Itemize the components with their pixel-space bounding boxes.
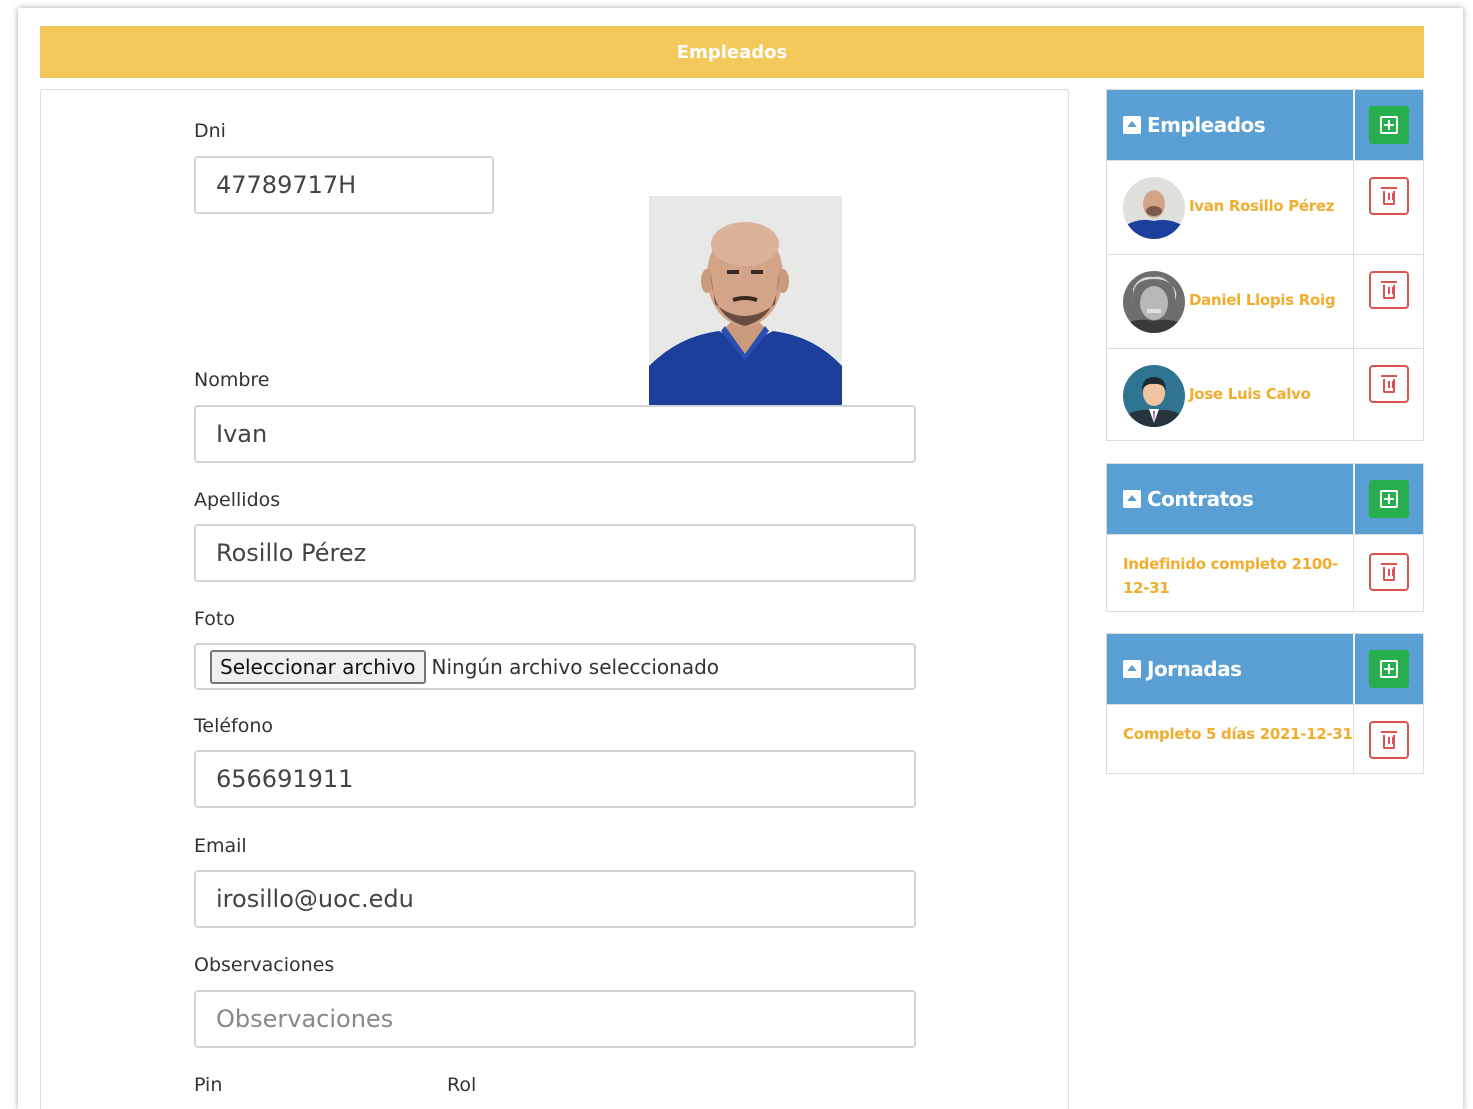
trash-icon bbox=[1381, 562, 1397, 581]
contract-line-1[interactable]: Indefinido completo 2100- bbox=[1123, 555, 1338, 573]
contratos-card-header: Contratos bbox=[1107, 464, 1423, 534]
add-workday-button[interactable] bbox=[1369, 650, 1409, 688]
observaciones-label: Observaciones bbox=[194, 954, 335, 976]
list-item[interactable]: Daniel Llopis Roig bbox=[1107, 254, 1423, 348]
list-item[interactable]: Ivan Rosillo Pérez bbox=[1107, 160, 1423, 254]
rol-label: Rol bbox=[447, 1074, 477, 1096]
delete-employee-button[interactable] bbox=[1369, 365, 1409, 403]
observaciones-field[interactable]: Observaciones bbox=[194, 990, 916, 1048]
email-field[interactable]: irosillo@uoc.edu bbox=[194, 870, 916, 928]
trash-icon bbox=[1381, 280, 1397, 299]
telefono-field[interactable]: 656691911 bbox=[194, 750, 916, 808]
collapse-icon[interactable] bbox=[1123, 660, 1141, 678]
collapse-icon[interactable] bbox=[1123, 490, 1141, 508]
contratos-card-title: Contratos bbox=[1147, 487, 1254, 511]
file-status-text: Ningún archivo seleccionado bbox=[431, 654, 720, 679]
delete-workday-button[interactable] bbox=[1369, 721, 1409, 759]
list-item[interactable]: Completo 5 días 2021-12-31 bbox=[1107, 704, 1423, 774]
jornadas-card: Jornadas Completo 5 días 2021-12-31 bbox=[1106, 633, 1424, 774]
foto-label: Foto bbox=[194, 608, 235, 630]
delete-employee-button[interactable] bbox=[1369, 177, 1409, 215]
contract-line-2[interactable]: 12-31 bbox=[1123, 579, 1170, 597]
dni-label: Dni bbox=[194, 120, 226, 142]
avatar bbox=[1123, 271, 1185, 333]
delete-employee-button[interactable] bbox=[1369, 271, 1409, 309]
plus-square-icon bbox=[1380, 490, 1398, 508]
plus-square-icon bbox=[1380, 116, 1398, 134]
trash-icon bbox=[1381, 730, 1397, 749]
nombre-label: Nombre bbox=[194, 369, 270, 391]
apellidos-field[interactable]: Rosillo Pérez bbox=[194, 524, 916, 582]
employee-form: Dni 47789717H Nombre Ivan Apellidos Rosi… bbox=[40, 89, 1069, 1109]
add-contract-button[interactable] bbox=[1369, 480, 1409, 518]
contratos-card: Contratos Indefinido completo 2100- 12-3… bbox=[1106, 463, 1424, 612]
trash-icon bbox=[1381, 186, 1397, 205]
page-title: Empleados bbox=[40, 26, 1424, 78]
employee-name[interactable]: Daniel Llopis Roig bbox=[1189, 291, 1336, 309]
foto-file-input: Seleccionar archivo Ningún archivo selec… bbox=[194, 643, 916, 690]
list-item[interactable]: Jose Luis Calvo bbox=[1107, 348, 1423, 442]
add-employee-button[interactable] bbox=[1369, 106, 1409, 144]
apellidos-label: Apellidos bbox=[194, 489, 281, 511]
empleados-card: Empleados Ivan Rosillo Pérez Daniel Llop… bbox=[1106, 89, 1424, 442]
empleados-card-header: Empleados bbox=[1107, 90, 1423, 160]
avatar bbox=[1123, 365, 1185, 427]
delete-contract-button[interactable] bbox=[1369, 553, 1409, 591]
nombre-field[interactable]: Ivan bbox=[194, 405, 916, 463]
workday-text[interactable]: Completo 5 días 2021-12-31 bbox=[1123, 725, 1353, 743]
jornadas-card-title: Jornadas bbox=[1147, 657, 1242, 681]
app-window: Empleados Dni 47789717H Nombre Ivan Apel… bbox=[18, 8, 1463, 1109]
collapse-icon[interactable] bbox=[1123, 116, 1141, 134]
avatar bbox=[1123, 177, 1185, 239]
pin-label: Pin bbox=[194, 1074, 223, 1096]
email-label: Email bbox=[194, 835, 247, 857]
employee-name[interactable]: Jose Luis Calvo bbox=[1189, 385, 1311, 403]
select-file-button[interactable]: Seleccionar archivo bbox=[210, 649, 426, 684]
plus-square-icon bbox=[1380, 660, 1398, 678]
telefono-label: Teléfono bbox=[194, 715, 274, 737]
trash-icon bbox=[1381, 374, 1397, 393]
jornadas-card-header: Jornadas bbox=[1107, 634, 1423, 704]
dni-field[interactable]: 47789717H bbox=[194, 156, 494, 214]
employee-photo bbox=[649, 196, 842, 426]
employee-name[interactable]: Ivan Rosillo Pérez bbox=[1189, 197, 1334, 215]
list-item[interactable]: Indefinido completo 2100- 12-31 bbox=[1107, 534, 1423, 612]
empleados-card-title: Empleados bbox=[1147, 113, 1266, 137]
